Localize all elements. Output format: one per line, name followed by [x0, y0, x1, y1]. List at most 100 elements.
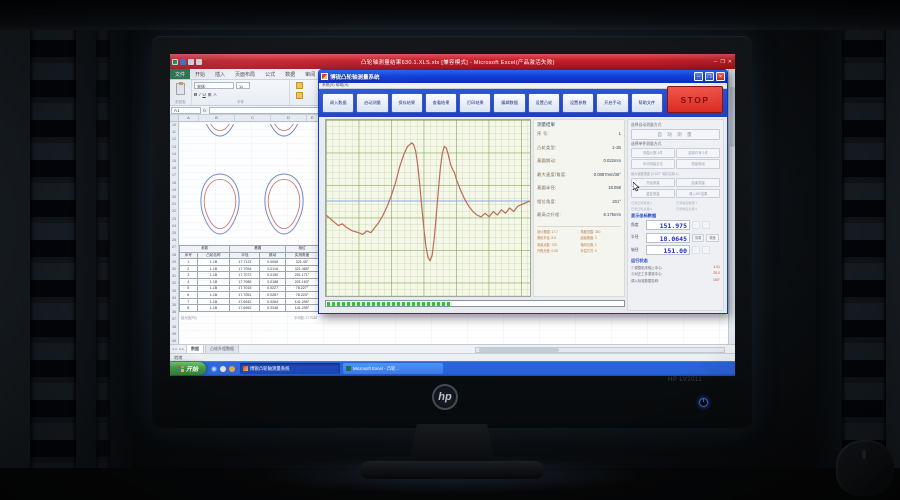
row-number[interactable]: 16: [170, 165, 178, 172]
ribbon-tab[interactable]: 公式: [260, 69, 280, 79]
toolbar-button[interactable]: 帮助文件: [631, 93, 663, 113]
restore-icon[interactable]: ❐: [720, 59, 724, 65]
row-number[interactable]: 19: [170, 187, 178, 194]
taskbar-button-excel[interactable]: Microsoft Excel - 凸轮...: [343, 363, 443, 374]
table-row[interactable]: 7 1-1B 17.6942 0.0264 141.295°: [180, 298, 319, 305]
close-icon[interactable]: ✕: [728, 59, 732, 65]
row-number[interactable]: 28: [170, 252, 178, 259]
row-number[interactable]: 32: [170, 280, 178, 287]
table-row[interactable]: 5 1-1B 17.7015 0.0227 78.227°: [180, 285, 319, 292]
table-row[interactable]: 1 1-1B 17.7113 0.0098 321.45°: [180, 259, 319, 266]
minimize-icon[interactable]: ─: [694, 72, 703, 81]
row-number[interactable]: 14: [170, 151, 178, 158]
row-number[interactable]: 34: [170, 295, 178, 302]
start-button[interactable]: 开始: [170, 362, 206, 375]
readout-button[interactable]: ··: [692, 221, 700, 229]
bold-button[interactable]: B: [194, 92, 197, 98]
toolbar-button[interactable]: 打印结果: [459, 93, 491, 113]
panel-button[interactable]: 手动测量定位: [631, 159, 675, 169]
row-number[interactable]: 27: [170, 244, 178, 251]
media-icon[interactable]: [229, 366, 235, 372]
ribbon-tab[interactable]: 插入: [210, 69, 230, 79]
ribbon-tab[interactable]: 页面布局: [230, 69, 260, 79]
row-number[interactable]: 17: [170, 172, 178, 179]
taskbar-button-app[interactable]: 博锐凸轮轴测量系统: [240, 363, 340, 374]
readout-button[interactable]: ··: [702, 246, 710, 254]
font-color-button[interactable]: A: [214, 92, 217, 98]
row-number[interactable]: 15: [170, 158, 178, 165]
table-row[interactable]: 4 1-1B 17.7086 0.0188 201.163°: [180, 278, 319, 285]
row-number[interactable]: 37: [170, 316, 178, 323]
app-titlebar[interactable]: 博锐凸轮轴测量系统 ─ ❐ ✕: [319, 70, 727, 83]
row-number[interactable]: 12: [170, 136, 178, 143]
table-row[interactable]: 3 1-1B 17.7072 0.0150 201.171°: [180, 272, 319, 279]
border-button[interactable]: ⊞: [208, 92, 212, 98]
power-button-icon[interactable]: [699, 398, 708, 407]
row-number[interactable]: 20: [170, 194, 178, 201]
toolbar-button[interactable]: 设置参数: [562, 93, 594, 113]
readout-button[interactable]: ··: [702, 221, 710, 229]
row-number[interactable]: 24: [170, 223, 178, 230]
row-number[interactable]: 33: [170, 288, 178, 295]
toolbar-button[interactable]: 编辑数据: [493, 93, 525, 113]
toolbar-button[interactable]: 保存结果: [391, 93, 423, 113]
row-number[interactable]: 11: [170, 129, 178, 136]
underline-button[interactable]: U: [203, 92, 206, 98]
column-header[interactable]: A: [179, 115, 199, 121]
undo-icon[interactable]: [188, 59, 194, 65]
close-icon[interactable]: ✕: [716, 72, 725, 81]
ribbon-tab[interactable]: 开始: [190, 69, 210, 79]
auto-measure-button[interactable]: 自 动 测 量: [631, 129, 720, 140]
show-desktop-icon[interactable]: [220, 366, 226, 372]
vertical-scrollbar[interactable]: [728, 69, 735, 353]
table-row[interactable]: 2 1-1B 17.7054 0.0116 321.465°: [180, 265, 319, 272]
highlighted-align-button[interactable]: [296, 82, 303, 89]
stop-button[interactable]: STOP: [667, 86, 723, 113]
toolbar-button[interactable]: 调入数据: [322, 93, 354, 113]
row-number[interactable]: 30: [170, 266, 178, 273]
row-number[interactable]: 35: [170, 302, 178, 309]
calibrate-button[interactable]: 校准: [706, 234, 718, 242]
toolbar-button[interactable]: 启动测量: [356, 93, 388, 113]
row-number[interactable]: 38: [170, 324, 178, 331]
maximize-icon[interactable]: ❐: [705, 72, 714, 81]
row-number[interactable]: 26: [170, 237, 178, 244]
ribbon-tab[interactable]: 数据: [280, 69, 300, 79]
scrollbar-thumb[interactable]: [730, 87, 735, 147]
row-number[interactable]: 23: [170, 216, 178, 223]
toolbar-button[interactable]: 开启手动: [596, 93, 628, 113]
name-box[interactable]: A1: [171, 107, 201, 114]
panel-button[interactable]: 重复测量: [631, 189, 675, 199]
font-name-select[interactable]: 宋体: [194, 82, 234, 89]
font-size-select[interactable]: 11: [236, 82, 250, 89]
row-number[interactable]: 39: [170, 331, 178, 338]
toolbar-button[interactable]: 查看结果: [425, 93, 457, 113]
table-row[interactable]: 8 1-1B 17.6952 0.0348 141.295°: [180, 305, 319, 312]
column-header[interactable]: D: [271, 115, 307, 121]
panel-button[interactable]: 结束测量: [676, 178, 720, 188]
mouse[interactable]: [836, 440, 894, 496]
panel-button[interactable]: 选择件号:1件: [676, 148, 720, 158]
scrollbar-thumb[interactable]: [479, 348, 559, 352]
sheet-nav-icons[interactable]: ◂◂ ▸▸: [172, 347, 185, 351]
zero-button[interactable]: 清零: [692, 234, 704, 242]
row-number[interactable]: 21: [170, 201, 178, 208]
readout-button[interactable]: ··: [692, 246, 700, 254]
panel-button[interactable]: 开始测量: [631, 178, 675, 188]
minimize-icon[interactable]: ─: [714, 59, 718, 65]
save-icon[interactable]: [180, 59, 186, 65]
row-number[interactable]: 18: [170, 180, 178, 187]
row-number[interactable]: 22: [170, 208, 178, 215]
toolbar-button[interactable]: 设置凸轮: [528, 93, 560, 113]
ie-icon[interactable]: [211, 366, 217, 372]
panel-button[interactable]: 测量计数:1件: [631, 148, 675, 158]
italic-button[interactable]: I: [199, 92, 200, 98]
tab-file[interactable]: 文件: [170, 69, 190, 79]
max-speed-option[interactable]: 最大速度角度 (0.337° 轴向位置:1): [631, 171, 720, 176]
row-number[interactable]: 31: [170, 273, 178, 280]
table-row[interactable]: 6 1-1B 17.7051 0.0287 78.223°: [180, 292, 319, 299]
column-header[interactable]: C: [235, 115, 271, 121]
row-number[interactable]: 25: [170, 230, 178, 237]
highlighted-wrap-button[interactable]: [296, 92, 303, 99]
horizontal-scrollbar[interactable]: [475, 347, 725, 353]
